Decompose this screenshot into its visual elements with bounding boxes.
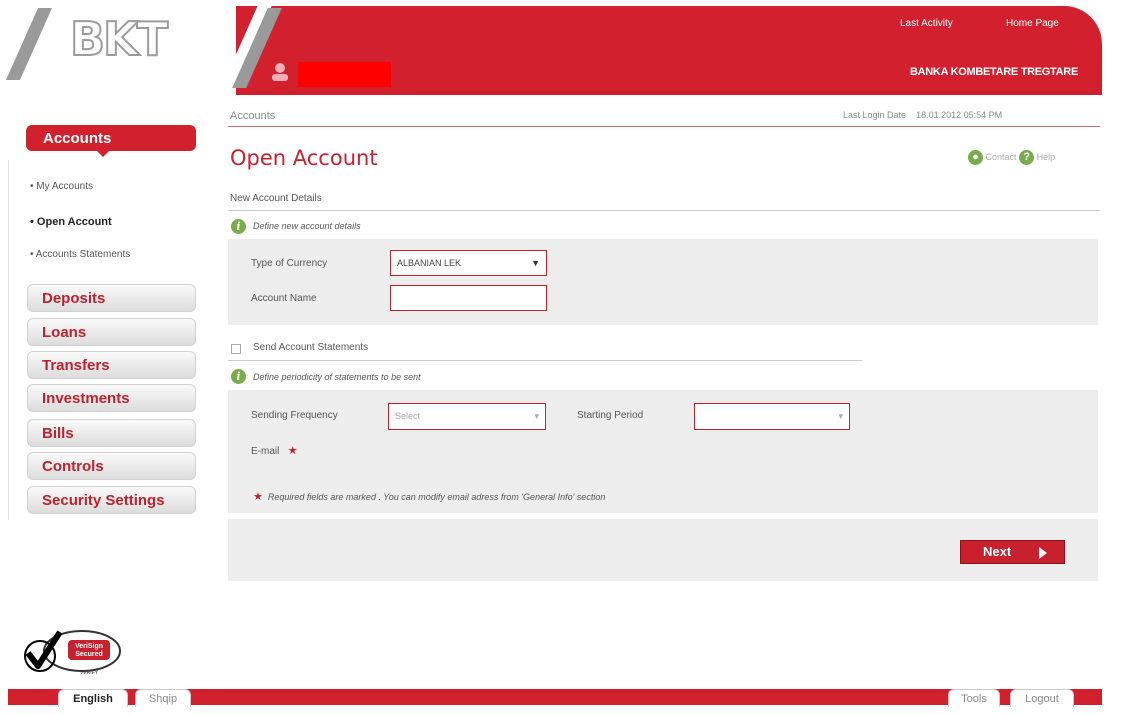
user-icon xyxy=(270,62,290,82)
statements-rule xyxy=(228,360,862,361)
sidebar-item-accounts-statements[interactable]: • Accounts Statements xyxy=(30,249,130,260)
section-rule xyxy=(228,210,1100,211)
menu-investments[interactable]: Investments xyxy=(27,384,196,412)
starting-period-select[interactable]: ▾ xyxy=(694,403,850,430)
last-activity-link[interactable]: Last Activity xyxy=(900,18,953,29)
required-star-icon: ★ xyxy=(287,445,298,457)
logout-link[interactable]: Logout xyxy=(1010,689,1074,707)
menu-deposits[interactable]: Deposits xyxy=(27,284,196,312)
header-rule xyxy=(228,126,1100,127)
sidebar-arrow-icon xyxy=(96,150,110,157)
verify-label: VERIFY xyxy=(80,670,99,676)
info-icon: i xyxy=(231,219,246,234)
next-button[interactable]: Next xyxy=(960,540,1065,564)
define-details-hint: Define new account details xyxy=(253,221,361,231)
play-arrow-icon xyxy=(1039,547,1047,559)
account-name-label: Account Name xyxy=(251,293,317,304)
contact-icon[interactable]: ● xyxy=(968,150,983,165)
verisign-badge: VeriSign Secured VERIFY xyxy=(20,628,122,678)
menu-controls[interactable]: Controls xyxy=(27,452,196,480)
email-label: E-mail ★ xyxy=(251,445,298,457)
help-icon[interactable]: ? xyxy=(1019,150,1035,165)
periodicity-hint: Define periodicity of statements to be s… xyxy=(253,372,421,382)
help-link[interactable]: Help xyxy=(1037,152,1056,162)
sidebar-accounts-header[interactable]: Accounts xyxy=(26,125,196,151)
currency-select[interactable]: ALBANIAN LEK ▼ xyxy=(390,250,547,276)
required-note: ★ Required fields are marked . You can m… xyxy=(253,491,606,503)
account-name-input[interactable] xyxy=(390,285,547,311)
menu-bills[interactable]: Bills xyxy=(27,419,196,447)
contact-help: ● Contact ? Help xyxy=(968,150,1055,165)
info-icon: i xyxy=(231,369,246,384)
breadcrumb: Accounts xyxy=(230,110,276,122)
page-title: Open Account xyxy=(230,146,378,170)
frequency-label: Sending Frequency xyxy=(251,410,338,421)
sidebar-item-my-accounts[interactable]: • My Accounts xyxy=(30,181,93,192)
account-details-panel xyxy=(228,239,1098,325)
chevron-down-icon: ▼ xyxy=(531,258,540,268)
required-star-icon: ★ xyxy=(253,491,263,503)
starting-period-label: Starting Period xyxy=(577,410,644,421)
menu-security-settings[interactable]: Security Settings xyxy=(27,486,196,514)
sidebar-divider xyxy=(8,160,9,520)
section-title: New Account Details xyxy=(230,193,322,204)
logo-slash-left xyxy=(5,8,53,80)
last-login: Last Login Date 18.01.2012 05:54 PM xyxy=(843,110,1003,120)
home-page-link[interactable]: Home Page xyxy=(1006,18,1059,29)
sidebar-item-open-account[interactable]: • Open Account xyxy=(30,216,112,228)
contact-link[interactable]: Contact xyxy=(986,152,1017,162)
menu-loans[interactable]: Loans xyxy=(27,318,196,346)
lang-english[interactable]: English xyxy=(58,689,128,707)
chevron-down-icon: ▾ xyxy=(534,411,539,421)
user-name-redacted xyxy=(298,62,391,87)
verisign-label: VeriSign Secured xyxy=(74,643,103,658)
send-statements-checkbox[interactable] xyxy=(231,344,241,354)
chevron-down-icon: ▾ xyxy=(838,411,843,421)
send-statements-label: Send Account Statements xyxy=(253,342,369,353)
frequency-select[interactable]: Select ▾ xyxy=(388,403,546,430)
menu-transfers[interactable]: Transfers xyxy=(27,351,196,379)
currency-label: Type of Currency xyxy=(251,258,328,269)
tools-link[interactable]: Tools xyxy=(948,689,1000,707)
bank-name: BANKA KOMBETARE TREGTARE xyxy=(910,66,1078,78)
bkt-logo: BKT xyxy=(69,11,169,67)
lang-shqip[interactable]: Shqip xyxy=(135,689,191,707)
